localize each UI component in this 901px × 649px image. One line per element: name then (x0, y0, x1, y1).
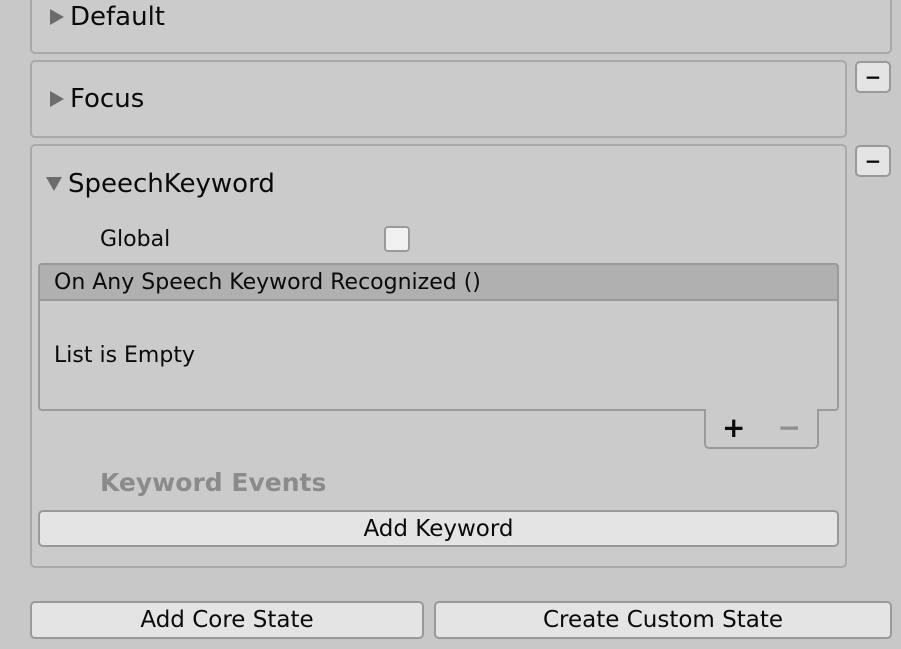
add-core-state-button[interactable]: Add Core State (30, 601, 424, 639)
list-empty-text: List is Empty (54, 343, 195, 368)
list-add-button[interactable]: + (719, 414, 749, 442)
state-panel-default: Default (30, 0, 892, 54)
foldout-default-label: Default (70, 2, 165, 32)
expanded-arrow-icon (46, 177, 62, 191)
add-keyword-button[interactable]: Add Keyword (38, 510, 839, 547)
state-panel-focus: Focus (30, 60, 847, 138)
global-checkbox[interactable] (384, 226, 410, 252)
foldout-focus[interactable]: Focus (48, 84, 144, 114)
event-list-footer: + − (704, 409, 819, 449)
create-custom-state-button[interactable]: Create Custom State (434, 601, 892, 639)
event-list-body: List is Empty (38, 301, 839, 411)
remove-focus-state-button[interactable]: − (855, 61, 891, 93)
foldout-speech-keyword-label: SpeechKeyword (68, 169, 275, 199)
list-remove-button[interactable]: − (774, 414, 804, 442)
collapsed-arrow-icon (50, 9, 64, 25)
remove-speech-keyword-state-button[interactable]: − (855, 145, 891, 177)
foldout-focus-label: Focus (70, 84, 145, 114)
keyword-events-label: Keyword Events (100, 468, 327, 497)
global-label: Global (100, 227, 171, 252)
foldout-default[interactable]: Default (48, 2, 165, 32)
foldout-speech-keyword[interactable]: SpeechKeyword (46, 168, 275, 200)
collapsed-arrow-icon (50, 91, 64, 107)
event-list-header-label: On Any Speech Keyword Recognized () (54, 269, 481, 295)
event-list-header: On Any Speech Keyword Recognized () (38, 263, 839, 301)
